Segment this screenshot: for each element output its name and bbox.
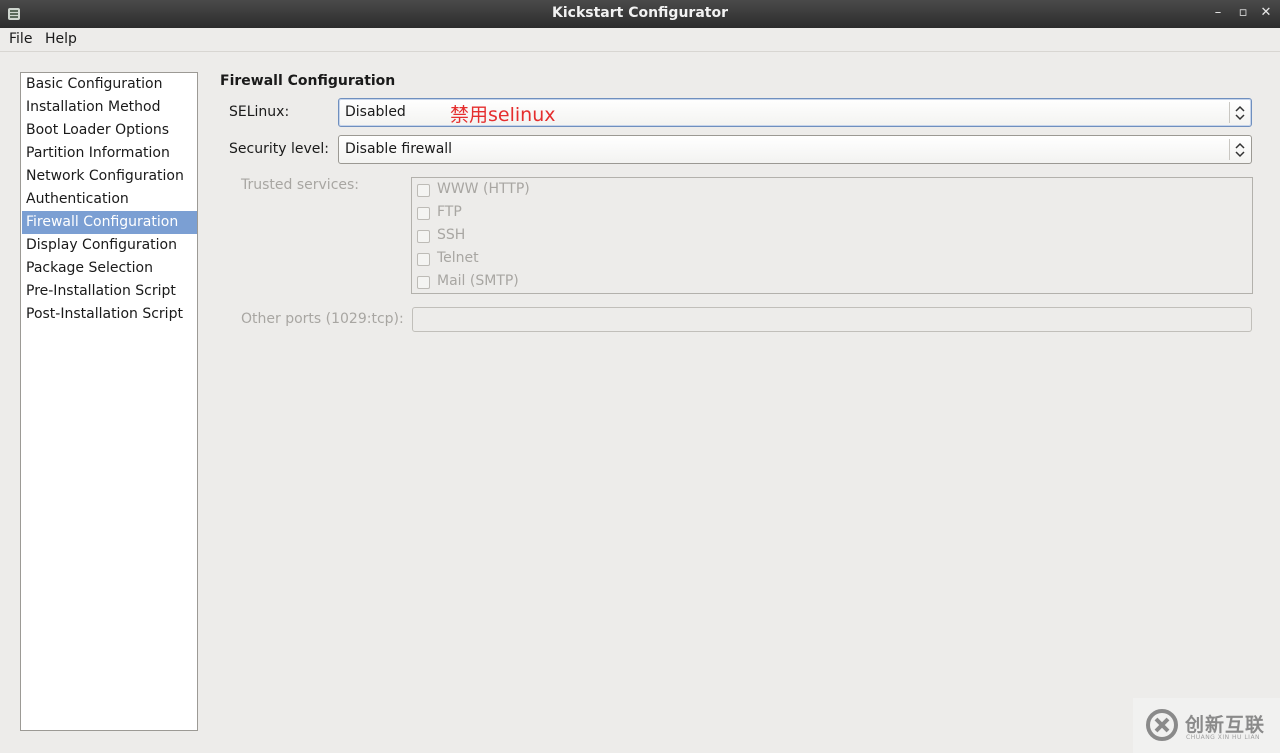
trusted-services-label: Trusted services: (241, 177, 360, 193)
title-bar: Kickstart Configurator – ▫ ✕ (0, 0, 1280, 28)
sidebar-item-network-configuration[interactable]: Network Configuration (22, 165, 197, 188)
sidebar-item-basic-configuration[interactable]: Basic Configuration (22, 73, 197, 96)
maximize-button[interactable]: ▫ (1234, 4, 1252, 22)
sidebar-item-pre-installation-script[interactable]: Pre-Installation Script (22, 280, 197, 303)
sidebar-item-package-selection[interactable]: Package Selection (22, 257, 197, 280)
window-title: Kickstart Configurator (552, 5, 728, 21)
security-level-value: Disable firewall (345, 141, 453, 157)
other-ports-input[interactable] (412, 307, 1252, 332)
sidebar-item-installation-method[interactable]: Installation Method (22, 96, 197, 119)
service-label: Telnet (437, 250, 479, 266)
watermark-text: 创新互联 (1185, 714, 1266, 736)
checkbox-icon[interactable] (417, 276, 430, 289)
sidebar-item-firewall-configuration[interactable]: Firewall Configuration (22, 211, 197, 234)
trusted-services-list: WWW (HTTP) FTP SSH Telnet Mail (SMTP) (411, 177, 1253, 294)
combo-arrows-icon (1235, 105, 1245, 121)
selinux-annotation: 禁用selinux (450, 104, 556, 126)
sidebar-nav: Basic Configuration Installation Method … (20, 72, 198, 731)
service-label: WWW (HTTP) (437, 181, 530, 197)
sidebar-item-display-configuration[interactable]: Display Configuration (22, 234, 197, 257)
checkbox-icon[interactable] (417, 253, 430, 266)
checkbox-icon[interactable] (417, 207, 430, 220)
sidebar-item-post-installation-script[interactable]: Post-Installation Script (22, 303, 197, 326)
watermark: 创新互联 CHUANG XIN HU LIAN (1133, 698, 1280, 753)
menu-help[interactable]: Help (44, 31, 78, 47)
service-label: SSH (437, 227, 466, 243)
selinux-label: SELinux: (229, 104, 290, 120)
watermark-subtext: CHUANG XIN HU LIAN (1186, 734, 1261, 741)
combo-arrows-icon (1235, 142, 1245, 158)
other-ports-label: Other ports (1029:tcp): (241, 311, 404, 327)
security-level-label: Security level: (229, 141, 329, 157)
service-label: Mail (SMTP) (437, 273, 519, 289)
sidebar-item-authentication[interactable]: Authentication (22, 188, 197, 211)
menu-file[interactable]: File (8, 31, 33, 47)
sidebar-item-partition-information[interactable]: Partition Information (22, 142, 197, 165)
service-label: FTP (437, 204, 462, 220)
checkbox-icon[interactable] (417, 230, 430, 243)
security-level-combobox[interactable]: Disable firewall (338, 135, 1252, 164)
menu-bar: File Help (0, 28, 1280, 52)
section-title: Firewall Configuration (220, 73, 396, 89)
selinux-value: Disabled (345, 104, 406, 120)
sidebar-item-boot-loader-options[interactable]: Boot Loader Options (22, 119, 197, 142)
watermark-logo-icon (1146, 709, 1178, 741)
close-button[interactable]: ✕ (1257, 4, 1275, 22)
checkbox-icon[interactable] (417, 184, 430, 197)
minimize-button[interactable]: – (1209, 4, 1227, 22)
